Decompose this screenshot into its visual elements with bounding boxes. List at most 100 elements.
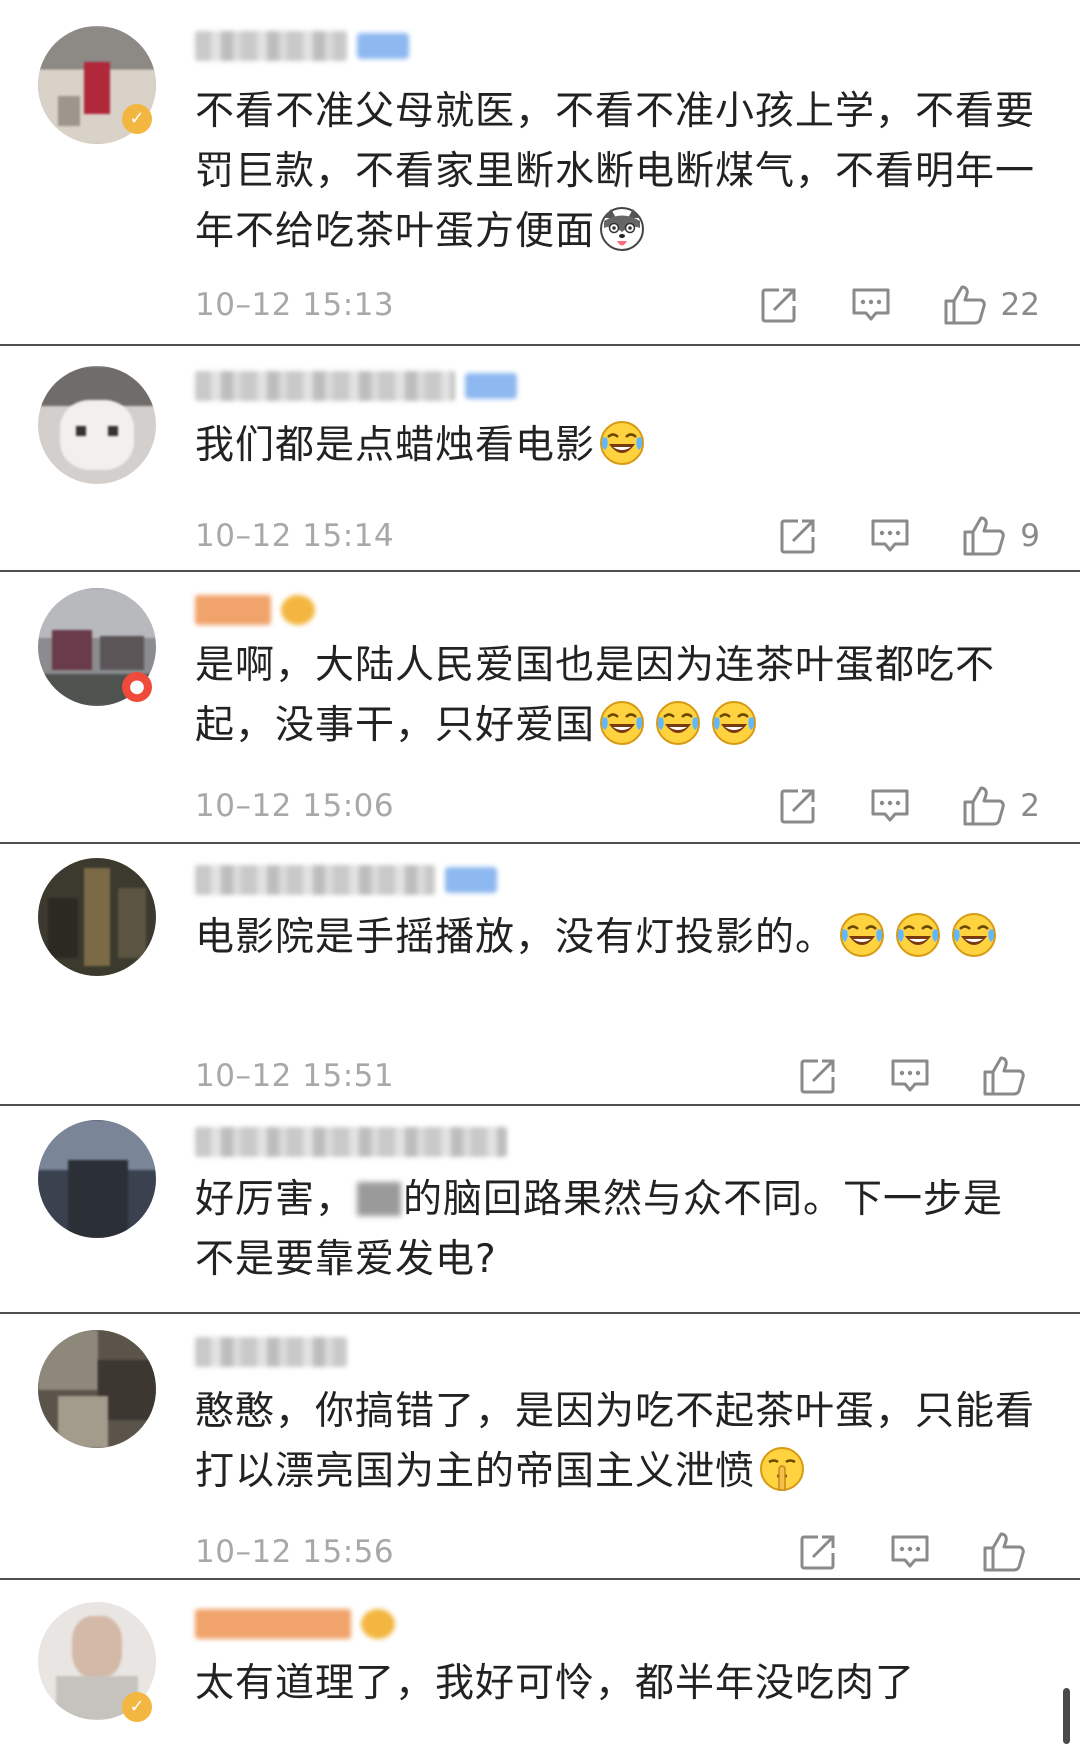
laugh-cry-emoji-icon	[599, 700, 645, 746]
share-button[interactable]	[778, 516, 818, 556]
like-count: 22	[1000, 287, 1040, 323]
timestamp: 10–12 15:51	[195, 1058, 395, 1094]
avatar[interactable]	[38, 1120, 156, 1238]
laugh-cry-emoji-icon	[711, 700, 757, 746]
comment-item: ● 是啊，大陆人民爱国也是因为连茶叶蛋都吃不起，没事干，只好爱国 10–12 1…	[0, 572, 1080, 844]
blurred-username	[195, 371, 455, 401]
share-button[interactable]	[798, 1532, 838, 1572]
username[interactable]	[195, 592, 315, 628]
avatar[interactable]	[38, 1330, 156, 1448]
username[interactable]	[195, 28, 409, 64]
member-badge-icon	[357, 33, 409, 59]
timestamp: 10–12 15:13	[195, 287, 395, 323]
action-bar: 2	[778, 786, 1040, 826]
username[interactable]	[195, 1334, 347, 1370]
comment-icon	[890, 1532, 930, 1572]
comment-text-content: 我们都是点蜡烛看电影	[195, 423, 596, 468]
comment-text: 不看不准父母就医，不看不准小孩上学，不看要罚巨款，不看家里断水断电断煤气，不看明…	[195, 82, 1040, 262]
share-button[interactable]	[778, 786, 818, 826]
thumbs-up-icon	[962, 785, 1006, 827]
fan-badge-icon	[361, 1609, 395, 1639]
comment-text: 太有道理了，我好可怜，都半年没吃肉了	[195, 1654, 1040, 1714]
comment-item: ✓ 太有道理了，我好可怜，都半年没吃肉了	[0, 1580, 1080, 1747]
comment-item: 电影院是手摇播放，没有灯投影的。 10–12 15:51	[0, 844, 1080, 1106]
comment-icon	[851, 285, 891, 325]
fan-badge-icon	[281, 595, 315, 625]
comment-item: 我们都是点蜡烛看电影 10–12 15:14 9	[0, 346, 1080, 572]
comment-text-content: 憨憨，你搞错了，是因为吃不起茶叶蛋，只能看打以漂亮国为主的帝国主义泄愤	[195, 1389, 1036, 1494]
comment-text-part-a: 好厉害，	[195, 1177, 356, 1222]
comment-text: 电影院是手摇播放，没有灯投影的。	[195, 908, 1040, 968]
comment-meta: 10–12 15:06 2	[195, 786, 1040, 826]
comment-meta: 10–12 15:13 22	[195, 285, 1040, 325]
like-count: 2	[1020, 788, 1040, 824]
husky-dog-emoji-icon	[599, 206, 645, 252]
blurred-username	[195, 1609, 351, 1639]
live-badge-icon: ●	[122, 672, 152, 702]
timestamp: 10–12 15:14	[195, 518, 395, 554]
like-button[interactable]	[982, 1531, 1040, 1573]
thumbs-up-icon	[943, 284, 987, 326]
share-button[interactable]	[798, 1056, 838, 1096]
blurred-username	[195, 595, 271, 625]
like-count: 9	[1020, 518, 1040, 554]
blurred-username	[195, 1337, 347, 1367]
comment-meta: 10–12 15:51	[195, 1056, 1040, 1096]
thumbs-up-icon	[962, 515, 1006, 557]
verified-badge-icon: ✓	[122, 104, 152, 134]
comment-text: 憨憨，你搞错了，是因为吃不起茶叶蛋，只能看打以漂亮国为主的帝国主义泄愤	[195, 1382, 1040, 1502]
comment-text: 我们都是点蜡烛看电影	[195, 416, 1040, 476]
reply-button[interactable]	[851, 285, 891, 325]
comment-icon	[870, 786, 910, 826]
reply-button[interactable]	[870, 786, 910, 826]
action-bar	[798, 1532, 1040, 1572]
timestamp: 10–12 15:56	[195, 1534, 395, 1570]
share-icon	[778, 786, 818, 826]
like-button[interactable]: 22	[943, 284, 1040, 326]
comment-text-content: 是啊，大陆人民爱国也是因为连茶叶蛋都吃不起，没事干，只好爱国	[195, 643, 996, 748]
avatar[interactable]	[38, 366, 156, 484]
like-button[interactable]	[982, 1055, 1040, 1097]
reply-button[interactable]	[890, 1056, 930, 1096]
comment-text-content: 太有道理了，我好可怜，都半年没吃肉了	[195, 1661, 916, 1706]
comment-meta: 10–12 15:56	[195, 1532, 1040, 1572]
comment-text: 是啊，大陆人民爱国也是因为连茶叶蛋都吃不起，没事干，只好爱国	[195, 636, 1040, 756]
member-badge-icon	[445, 867, 497, 893]
share-icon	[778, 516, 818, 556]
laugh-cry-emoji-icon	[599, 420, 645, 466]
blurred-username	[195, 865, 435, 895]
action-bar: 9	[778, 516, 1040, 556]
reply-button[interactable]	[870, 516, 910, 556]
shush-emoji-icon	[759, 1446, 805, 1492]
share-icon	[798, 1532, 838, 1572]
thumbs-up-icon	[982, 1531, 1026, 1573]
comment-item: 憨憨，你搞错了，是因为吃不起茶叶蛋，只能看打以漂亮国为主的帝国主义泄愤 10–1…	[0, 1314, 1080, 1580]
username[interactable]	[195, 1124, 507, 1160]
laugh-cry-emoji-icon	[951, 912, 997, 958]
share-button[interactable]	[759, 285, 799, 325]
like-button[interactable]: 9	[962, 515, 1040, 557]
comment-meta: 10–12 15:14 9	[195, 516, 1040, 556]
comment-text-content: 电影院是手摇播放，没有灯投影的。	[195, 915, 836, 960]
laugh-cry-emoji-icon	[655, 700, 701, 746]
comment-icon	[890, 1056, 930, 1096]
username[interactable]	[195, 1606, 395, 1642]
laugh-cry-emoji-icon	[895, 912, 941, 958]
member-badge-icon	[465, 373, 517, 399]
action-bar: 22	[759, 285, 1040, 325]
username[interactable]	[195, 368, 517, 404]
blurred-username	[195, 31, 347, 61]
avatar[interactable]	[38, 858, 156, 976]
reply-button[interactable]	[890, 1532, 930, 1572]
share-icon	[759, 285, 799, 325]
comment-icon	[870, 516, 910, 556]
redacted-name	[357, 1182, 402, 1216]
action-bar	[798, 1056, 1040, 1096]
share-icon	[798, 1056, 838, 1096]
username[interactable]	[195, 862, 497, 898]
verified-badge-icon: ✓	[122, 1692, 152, 1722]
scrollbar[interactable]	[1063, 1688, 1070, 1744]
laugh-cry-emoji-icon	[839, 912, 885, 958]
like-button[interactable]: 2	[962, 785, 1040, 827]
comment-item: ✓ 不看不准父母就医，不看不准小孩上学，不看要罚巨款，不看家里断水断电断煤气，不…	[0, 0, 1080, 346]
